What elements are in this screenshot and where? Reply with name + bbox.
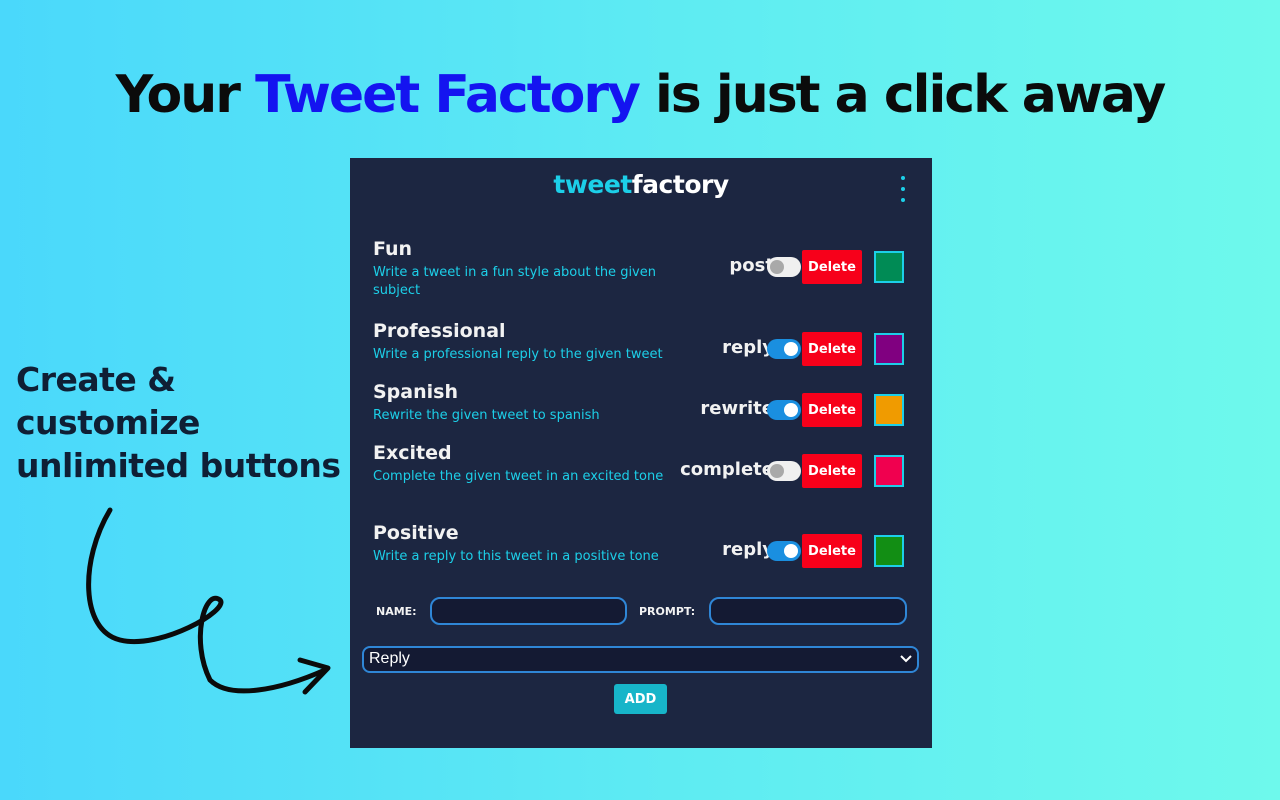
headline-before: Your: [115, 65, 241, 125]
button-name: Spanish: [373, 381, 458, 403]
add-button[interactable]: ADD: [614, 684, 667, 714]
prompt-label: PROMPT:: [639, 605, 696, 618]
button-enabled-toggle[interactable]: [767, 541, 801, 561]
color-swatch[interactable]: [874, 333, 904, 365]
button-enabled-toggle[interactable]: [767, 400, 801, 420]
color-swatch[interactable]: [874, 394, 904, 426]
headline-after: is just a click away: [654, 65, 1166, 125]
button-enabled-toggle[interactable]: [767, 257, 801, 277]
type-select-value: Reply: [369, 650, 410, 667]
side-caption-line3: unlimited buttons: [16, 446, 341, 485]
logo-part-tweet: tweet: [553, 170, 632, 199]
color-swatch[interactable]: [874, 455, 904, 487]
side-caption-line1: Create &: [16, 360, 176, 399]
popup-header: tweetfactory: [350, 158, 932, 214]
delete-button[interactable]: Delete: [802, 250, 862, 284]
extension-popup: tweetfactory Fun Write a tweet in a fun …: [350, 158, 932, 748]
delete-button[interactable]: Delete: [802, 332, 862, 366]
button-name: Professional: [373, 320, 506, 342]
tweetfactory-logo: tweetfactory: [350, 170, 932, 199]
logo-part-factory: factory: [631, 170, 729, 199]
headline-accent: Tweet Factory: [255, 65, 641, 125]
button-name: Fun: [373, 238, 413, 260]
button-enabled-toggle[interactable]: [767, 339, 801, 359]
button-description: Rewrite the given tweet to spanish: [373, 408, 600, 423]
type-select[interactable]: Reply: [362, 646, 919, 673]
side-caption-line2: customize: [16, 403, 200, 442]
delete-button[interactable]: Delete: [802, 454, 862, 488]
delete-button[interactable]: Delete: [802, 534, 862, 568]
button-type-label: rewrite: [700, 398, 774, 419]
kebab-menu-icon[interactable]: [900, 176, 906, 202]
color-swatch[interactable]: [874, 535, 904, 567]
curly-arrow-icon: [86, 507, 331, 695]
button-name: Excited: [373, 442, 452, 464]
button-description: Write a tweet in a fun style about the g…: [373, 265, 656, 298]
button-description: Write a professional reply to the given …: [373, 347, 663, 362]
button-description: Write a reply to this tweet in a positiv…: [373, 549, 659, 564]
side-caption: Create & customize unlimited buttons: [16, 358, 346, 487]
button-enabled-toggle[interactable]: [767, 461, 801, 481]
color-swatch[interactable]: [874, 251, 904, 283]
name-input[interactable]: [430, 597, 627, 625]
prompt-input[interactable]: [709, 597, 907, 625]
button-description: Complete the given tweet in an excited t…: [373, 469, 664, 484]
button-name: Positive: [373, 522, 459, 544]
name-label: NAME:: [376, 605, 417, 618]
button-type-label: complete: [680, 459, 774, 480]
headline: Your Tweet Factory is just a click away: [0, 62, 1280, 128]
chevron-down-icon: [900, 655, 912, 663]
delete-button[interactable]: Delete: [802, 393, 862, 427]
